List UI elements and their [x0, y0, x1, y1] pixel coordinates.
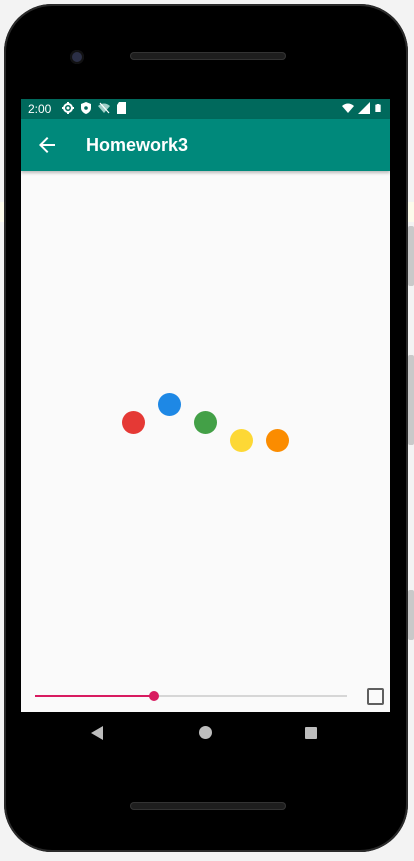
orange-dot: [266, 429, 289, 452]
app-bar: Homework3: [21, 119, 390, 171]
gear-icon: [62, 102, 74, 114]
top-speaker: [130, 52, 286, 60]
camera-icon: [70, 50, 84, 64]
red-dot: [122, 411, 145, 434]
recents-square-icon[interactable]: [305, 727, 317, 739]
battery-icon: [375, 104, 381, 112]
home-circle-icon[interactable]: [199, 726, 212, 739]
page-title: Homework3: [86, 135, 189, 155]
seekbar-progress: [35, 695, 154, 697]
wifi-icon: [342, 103, 354, 113]
back-triangle-icon[interactable]: [91, 726, 103, 740]
yellow-dot: [230, 429, 253, 452]
wifi-slash-icon: [98, 102, 110, 114]
navigation-bar: [21, 712, 390, 754]
green-dot: [194, 411, 217, 434]
bottom-speaker: [130, 802, 286, 810]
cell-signal-icon: [358, 102, 370, 114]
shield-icon: [81, 102, 91, 114]
content-area: [21, 171, 390, 712]
checkbox[interactable]: [367, 688, 384, 705]
status-icons-left: [62, 102, 128, 114]
ide-scrollbar: [408, 226, 414, 286]
status-time: 2:00: [28, 102, 52, 116]
seekbar-thumb[interactable]: [148, 691, 159, 701]
status-bar: 2:00: [21, 99, 390, 119]
status-icons-right: [342, 102, 382, 114]
ide-scrollbar: [408, 590, 414, 640]
arrow-left-icon[interactable]: [35, 133, 59, 157]
ide-scrollbar: [408, 355, 414, 445]
seekbar[interactable]: [35, 686, 347, 706]
sd-card-icon: [117, 102, 126, 114]
blue-dot: [158, 393, 181, 416]
device-screen: 2:00 Homework3: [21, 99, 390, 712]
